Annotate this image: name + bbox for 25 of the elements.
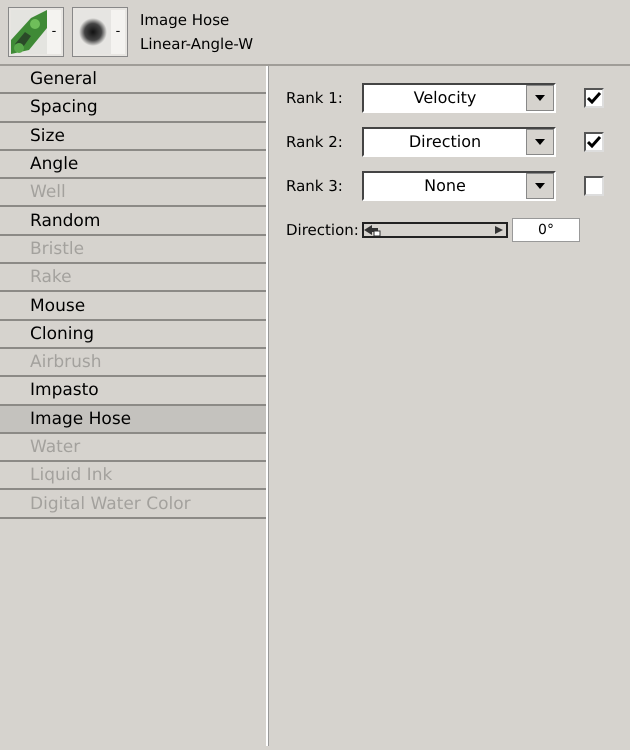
arrow-right-icon[interactable] (494, 225, 504, 235)
dropdown-arrow-icon[interactable] (535, 95, 545, 101)
section-item[interactable]: Image Hose (0, 406, 266, 434)
brush-category-label: Image Hose (140, 10, 230, 31)
checkbox[interactable] (584, 132, 604, 152)
dropdown-value: None (423, 175, 467, 197)
rank-label: Rank 3: (286, 176, 344, 197)
brush-variant-icon[interactable] (11, 10, 47, 54)
rank-dropdown[interactable]: Direction (362, 127, 556, 157)
menu-button[interactable]: - (111, 10, 125, 54)
slider-thumb[interactable] (364, 224, 382, 236)
checkbox[interactable] (584, 88, 604, 108)
menu-button[interactable]: - (47, 10, 61, 54)
dropdown-arrow-icon[interactable] (535, 139, 545, 145)
direction-value-field[interactable]: 0° (512, 218, 580, 242)
dropdown-value: Direction (408, 131, 482, 153)
rank-dropdown[interactable]: Velocity (362, 83, 556, 113)
dropdown-value: Velocity (412, 87, 478, 109)
rank-dropdown[interactable]: None (362, 171, 556, 201)
brush-variant-label: Linear-Angle-W (140, 34, 254, 55)
checkbox[interactable] (584, 176, 604, 196)
rank-label: Rank 1: (286, 88, 344, 109)
dropdown-arrow-icon[interactable] (535, 183, 545, 189)
direction-label: Direction: (286, 220, 360, 241)
rank-label: Rank 2: (286, 132, 344, 153)
